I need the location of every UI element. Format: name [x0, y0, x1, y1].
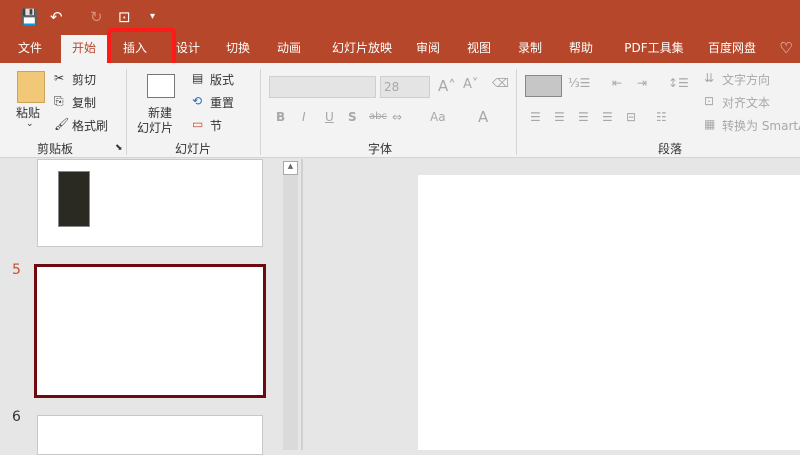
- save-icon[interactable]: 💾: [20, 8, 39, 26]
- slide-number: 5: [12, 262, 21, 278]
- undo-icon[interactable]: ↶: [50, 8, 63, 26]
- customize-qa-icon[interactable]: ▾: [150, 11, 155, 22]
- font-size-dropdown[interactable]: 28: [380, 76, 430, 98]
- tab-help[interactable]: 帮助: [561, 35, 601, 63]
- bold-button[interactable]: B: [276, 110, 285, 124]
- font-group-label: 字体: [368, 142, 393, 156]
- paragraph-group-label: 段落: [658, 142, 683, 156]
- tab-record[interactable]: 录制: [510, 35, 550, 63]
- tab-pdf-tools[interactable]: PDF工具集: [614, 35, 694, 63]
- slide-thumbnail-5-selected[interactable]: [34, 264, 266, 398]
- numbering-icon[interactable]: ⅓☰: [568, 76, 590, 90]
- align-text-icon: ⊡: [704, 94, 715, 108]
- layout-icon: ▤: [192, 71, 204, 85]
- increase-font-icon[interactable]: A˄: [438, 77, 456, 95]
- columns-icon[interactable]: ☷: [656, 110, 667, 124]
- paste-icon[interactable]: [17, 71, 45, 103]
- justify-icon[interactable]: ☰: [602, 110, 613, 124]
- scroll-up-icon[interactable]: ▲: [283, 161, 298, 175]
- brush-icon: 🖌: [54, 117, 70, 131]
- char-spacing-icon[interactable]: ⇔: [392, 110, 402, 124]
- thumbnail-image: [58, 171, 90, 227]
- text-direction-button[interactable]: 文字方向: [722, 71, 770, 88]
- tab-home[interactable]: 开始: [61, 35, 107, 63]
- line-spacing-icon[interactable]: ↕☰: [668, 76, 689, 90]
- tab-slideshow[interactable]: 幻灯片放映: [322, 35, 402, 63]
- copy-button[interactable]: 复制: [72, 94, 96, 111]
- underline-button[interactable]: U: [325, 110, 334, 124]
- distribute-icon[interactable]: ⊟: [626, 110, 636, 124]
- text-direction-icon: ⇊: [704, 71, 715, 85]
- slide-canvas[interactable]: [418, 175, 800, 450]
- section-button[interactable]: 节: [210, 117, 222, 134]
- increase-indent-icon[interactable]: ⇥: [637, 76, 647, 90]
- slides-group-label: 幻灯片: [175, 142, 212, 156]
- scissors-icon: ✂: [54, 71, 65, 85]
- strikethrough-button[interactable]: abc: [369, 111, 387, 122]
- divider: [516, 69, 517, 155]
- tab-view[interactable]: 视图: [459, 35, 499, 63]
- font-name-dropdown[interactable]: [269, 76, 376, 98]
- tab-animations[interactable]: 动画: [269, 35, 309, 63]
- convert-smartart-button[interactable]: 转换为 SmartArt: [722, 117, 800, 134]
- italic-button[interactable]: I: [302, 110, 306, 124]
- change-case-button[interactable]: Aa: [430, 110, 446, 124]
- clipboard-group-label: 剪贴板: [37, 142, 74, 156]
- align-right-icon[interactable]: ☰: [578, 110, 589, 124]
- section-icon: ▭: [192, 117, 204, 131]
- reset-icon: ⟲: [192, 94, 203, 108]
- slide-number: 6: [12, 409, 21, 425]
- cut-button[interactable]: 剪切: [72, 71, 96, 88]
- redo-icon[interactable]: ↻: [90, 8, 103, 26]
- reset-button[interactable]: 重置: [210, 94, 234, 111]
- smartart-icon: ▦: [704, 117, 716, 131]
- tab-file[interactable]: 文件: [8, 35, 52, 63]
- clear-format-icon[interactable]: ⌫: [492, 76, 509, 90]
- align-left-icon[interactable]: ☰: [530, 110, 541, 124]
- align-text-button[interactable]: 对齐文本: [722, 94, 770, 111]
- shadow-button[interactable]: S: [348, 110, 357, 124]
- tab-transitions[interactable]: 切换: [218, 35, 258, 63]
- decrease-font-icon[interactable]: A˅: [463, 77, 478, 92]
- tab-review[interactable]: 审阅: [408, 35, 448, 63]
- present-icon[interactable]: ⊡: [118, 8, 131, 26]
- slide-thumbnail-6[interactable]: [37, 415, 263, 455]
- lightbulb-icon[interactable]: ♡: [776, 35, 796, 63]
- pane-divider[interactable]: [301, 159, 303, 450]
- layout-button[interactable]: 版式: [210, 71, 234, 88]
- dialog-launcher-icon[interactable]: ⬊: [115, 143, 123, 153]
- new-slide-icon[interactable]: [147, 74, 175, 98]
- decrease-indent-icon[interactable]: ⇤: [612, 76, 622, 90]
- copy-icon: ⎘: [54, 94, 64, 108]
- ribbon: 粘贴 ⌄ ✂ 剪切 ⎘ 复制 🖌 格式刷 剪贴板 ⬊ 新建 幻灯片 ▤ 版式 ⟲…: [0, 63, 800, 158]
- thumbnail-scrollbar[interactable]: ▲: [283, 161, 298, 450]
- align-center-icon[interactable]: ☰: [554, 110, 565, 124]
- paste-dropdown-icon[interactable]: ⌄: [26, 119, 34, 129]
- format-painter-button[interactable]: 格式刷: [72, 117, 108, 134]
- divider: [126, 69, 127, 155]
- divider: [260, 69, 261, 155]
- bullets-button[interactable]: [525, 75, 562, 97]
- font-color-button[interactable]: A: [478, 108, 488, 126]
- new-slide-label-2[interactable]: 幻灯片: [137, 119, 173, 136]
- slide-thumbnail-4[interactable]: [37, 159, 263, 247]
- tab-baidu-netdisk[interactable]: 百度网盘: [698, 35, 766, 63]
